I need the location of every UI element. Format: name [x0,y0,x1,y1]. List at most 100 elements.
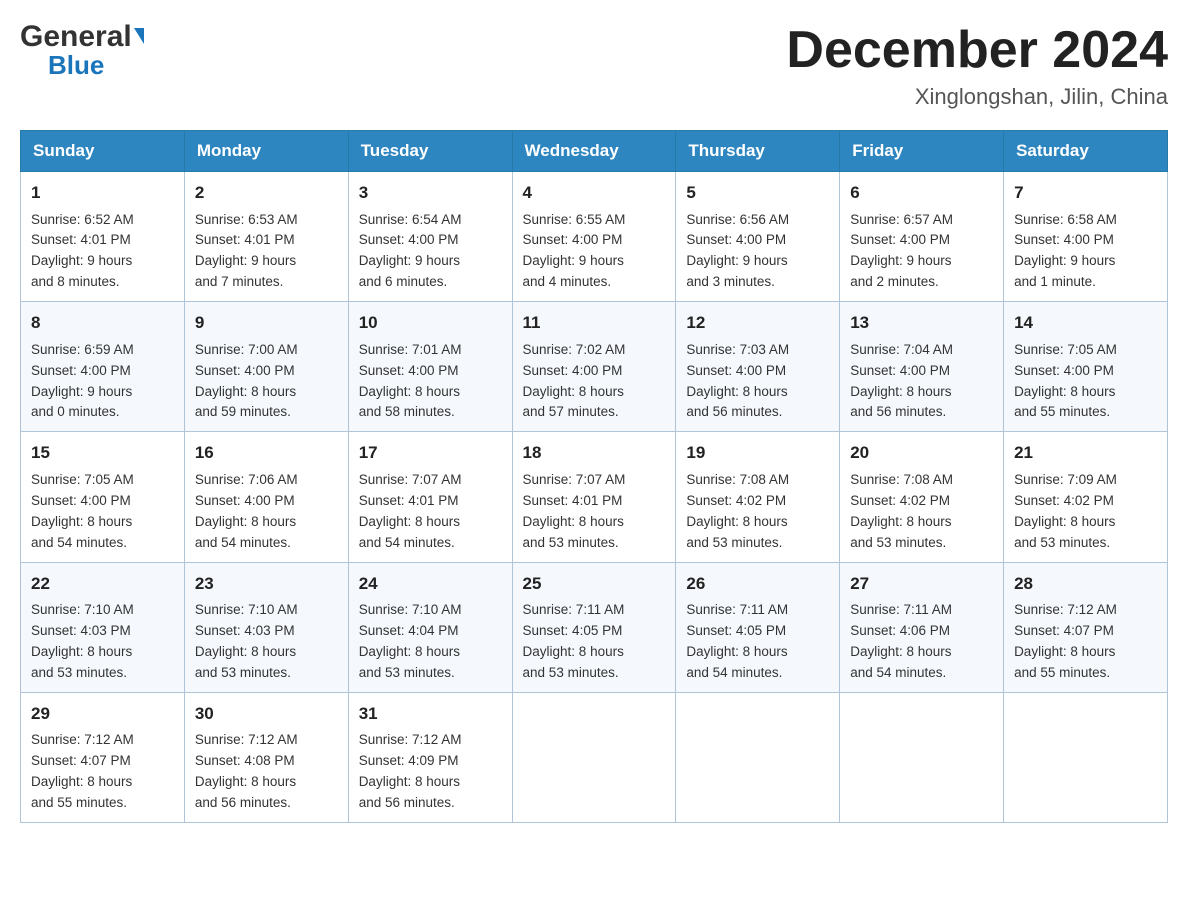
day-number: 9 [195,310,338,336]
calendar-day-cell: 2 Sunrise: 6:53 AMSunset: 4:01 PMDaylight… [184,172,348,302]
day-info: Sunrise: 7:05 AMSunset: 4:00 PMDaylight:… [31,470,174,554]
day-info: Sunrise: 6:56 AMSunset: 4:00 PMDaylight:… [686,210,829,294]
calendar-day-cell [840,692,1004,822]
calendar-day-cell: 17 Sunrise: 7:07 AMSunset: 4:01 PMDayligh… [348,432,512,562]
day-number: 17 [359,440,502,466]
calendar-week-row: 8 Sunrise: 6:59 AMSunset: 4:00 PMDaylight… [21,302,1168,432]
calendar-day-cell: 4 Sunrise: 6:55 AMSunset: 4:00 PMDaylight… [512,172,676,302]
calendar-day-cell: 23Sunrise: 7:10 AMSunset: 4:03 PMDayligh… [184,562,348,692]
day-of-week-header: Saturday [1004,131,1168,172]
day-number: 11 [523,310,666,336]
day-number: 13 [850,310,993,336]
calendar-day-cell: 31 Sunrise: 7:12 AMSunset: 4:09 PMDayligh… [348,692,512,822]
day-info: Sunrise: 7:09 AMSunset: 4:02 PMDaylight:… [1014,470,1157,554]
day-number: 16 [195,440,338,466]
day-info: Sunrise: 6:55 AMSunset: 4:00 PMDaylight:… [523,210,666,294]
day-info: Sunrise: 7:04 AMSunset: 4:00 PMDaylight:… [850,340,993,424]
day-info: Sunrise: 7:12 AMSunset: 4:07 PMDaylight:… [1014,600,1157,684]
calendar-day-cell: 18Sunrise: 7:07 AMSunset: 4:01 PMDayligh… [512,432,676,562]
calendar-day-cell: 30 Sunrise: 7:12 AMSunset: 4:08 PMDayligh… [184,692,348,822]
calendar-table: SundayMondayTuesdayWednesdayThursdayFrid… [20,130,1168,823]
calendar-day-cell: 3Sunrise: 6:54 AMSunset: 4:00 PMDaylight… [348,172,512,302]
day-info: Sunrise: 6:52 AMSunset: 4:01 PMDaylight:… [31,210,174,294]
calendar-day-cell: 25Sunrise: 7:11 AMSunset: 4:05 PMDayligh… [512,562,676,692]
day-number: 4 [523,180,666,206]
calendar-day-cell: 28 Sunrise: 7:12 AMSunset: 4:07 PMDayligh… [1004,562,1168,692]
calendar-day-cell: 26 Sunrise: 7:11 AMSunset: 4:05 PMDayligh… [676,562,840,692]
logo-triangle-icon [134,28,144,44]
calendar-day-cell: 9 Sunrise: 7:00 AMSunset: 4:00 PMDaylight… [184,302,348,432]
day-number: 27 [850,571,993,597]
day-of-week-header: Tuesday [348,131,512,172]
day-number: 2 [195,180,338,206]
calendar-week-row: 22 Sunrise: 7:10 AMSunset: 4:03 PMDayligh… [21,562,1168,692]
calendar-day-cell [1004,692,1168,822]
day-of-week-header: Sunday [21,131,185,172]
calendar-day-cell [512,692,676,822]
calendar-day-cell [676,692,840,822]
day-info: Sunrise: 6:58 AMSunset: 4:00 PMDaylight:… [1014,210,1157,294]
calendar-day-cell: 15Sunrise: 7:05 AMSunset: 4:00 PMDayligh… [21,432,185,562]
day-info: Sunrise: 7:08 AMSunset: 4:02 PMDaylight:… [686,470,829,554]
day-info: Sunrise: 7:11 AMSunset: 4:05 PMDaylight:… [686,600,829,684]
day-number: 22 [31,571,174,597]
day-info: Sunrise: 7:07 AMSunset: 4:01 PMDaylight:… [523,470,666,554]
calendar-day-cell: 11 Sunrise: 7:02 AMSunset: 4:00 PMDayligh… [512,302,676,432]
day-info: Sunrise: 7:10 AMSunset: 4:03 PMDaylight:… [31,600,174,684]
day-number: 31 [359,701,502,727]
day-number: 26 [686,571,829,597]
day-info: Sunrise: 7:10 AMSunset: 4:04 PMDaylight:… [359,600,502,684]
day-number: 28 [1014,571,1157,597]
day-number: 12 [686,310,829,336]
calendar-day-cell: 13 Sunrise: 7:04 AMSunset: 4:00 PMDayligh… [840,302,1004,432]
calendar-day-cell: 8 Sunrise: 6:59 AMSunset: 4:00 PMDaylight… [21,302,185,432]
day-info: Sunrise: 7:08 AMSunset: 4:02 PMDaylight:… [850,470,993,554]
day-number: 5 [686,180,829,206]
day-info: Sunrise: 6:53 AMSunset: 4:01 PMDaylight:… [195,210,338,294]
day-number: 7 [1014,180,1157,206]
day-number: 30 [195,701,338,727]
calendar-day-cell: 6Sunrise: 6:57 AMSunset: 4:00 PMDaylight… [840,172,1004,302]
calendar-week-row: 15Sunrise: 7:05 AMSunset: 4:00 PMDayligh… [21,432,1168,562]
day-info: Sunrise: 7:10 AMSunset: 4:03 PMDaylight:… [195,600,338,684]
page-header: General Blue December 2024 Xinglongshan,… [20,20,1168,110]
calendar-day-cell: 7 Sunrise: 6:58 AMSunset: 4:00 PMDaylight… [1004,172,1168,302]
calendar-week-row: 29Sunrise: 7:12 AMSunset: 4:07 PMDayligh… [21,692,1168,822]
logo-general-text: General [20,20,132,54]
day-info: Sunrise: 7:05 AMSunset: 4:00 PMDaylight:… [1014,340,1157,424]
day-number: 20 [850,440,993,466]
day-of-week-header: Friday [840,131,1004,172]
day-number: 29 [31,701,174,727]
day-info: Sunrise: 7:12 AMSunset: 4:08 PMDaylight:… [195,730,338,814]
calendar-day-cell: 16Sunrise: 7:06 AMSunset: 4:00 PMDayligh… [184,432,348,562]
day-info: Sunrise: 6:54 AMSunset: 4:00 PMDaylight:… [359,210,502,294]
calendar-day-cell: 10 Sunrise: 7:01 AMSunset: 4:00 PMDayligh… [348,302,512,432]
month-title: December 2024 [786,20,1168,80]
day-info: Sunrise: 7:00 AMSunset: 4:00 PMDaylight:… [195,340,338,424]
day-info: Sunrise: 6:59 AMSunset: 4:00 PMDaylight:… [31,340,174,424]
calendar-week-row: 1Sunrise: 6:52 AMSunset: 4:01 PMDaylight… [21,172,1168,302]
day-info: Sunrise: 7:03 AMSunset: 4:00 PMDaylight:… [686,340,829,424]
day-number: 24 [359,571,502,597]
day-number: 19 [686,440,829,466]
day-number: 21 [1014,440,1157,466]
calendar-day-cell: 24 Sunrise: 7:10 AMSunset: 4:04 PMDayligh… [348,562,512,692]
day-number: 10 [359,310,502,336]
calendar-day-cell: 29Sunrise: 7:12 AMSunset: 4:07 PMDayligh… [21,692,185,822]
day-info: Sunrise: 6:57 AMSunset: 4:00 PMDaylight:… [850,210,993,294]
day-info: Sunrise: 7:02 AMSunset: 4:00 PMDaylight:… [523,340,666,424]
day-info: Sunrise: 7:12 AMSunset: 4:09 PMDaylight:… [359,730,502,814]
day-info: Sunrise: 7:01 AMSunset: 4:00 PMDaylight:… [359,340,502,424]
day-number: 8 [31,310,174,336]
location: Xinglongshan, Jilin, China [786,84,1168,110]
day-of-week-header: Thursday [676,131,840,172]
day-number: 25 [523,571,666,597]
calendar-day-cell: 1Sunrise: 6:52 AMSunset: 4:01 PMDaylight… [21,172,185,302]
calendar-day-cell: 20 Sunrise: 7:08 AMSunset: 4:02 PMDayligh… [840,432,1004,562]
day-number: 14 [1014,310,1157,336]
calendar-day-cell: 19 Sunrise: 7:08 AMSunset: 4:02 PMDayligh… [676,432,840,562]
day-of-week-header: Monday [184,131,348,172]
day-of-week-header: Wednesday [512,131,676,172]
day-info: Sunrise: 7:07 AMSunset: 4:01 PMDaylight:… [359,470,502,554]
calendar-day-cell: 21 Sunrise: 7:09 AMSunset: 4:02 PMDayligh… [1004,432,1168,562]
